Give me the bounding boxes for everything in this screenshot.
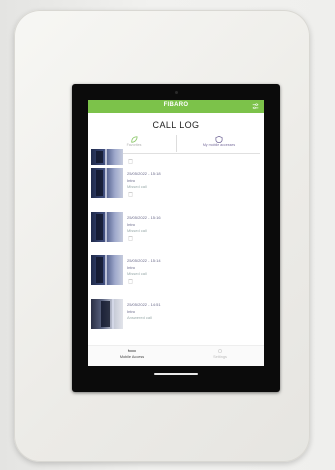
call-snapshot: [91, 299, 123, 329]
call-row[interactable]: 25/05/2022 - 14:51 Intro Answered call: [88, 299, 264, 339]
call-status: Missed call: [127, 184, 147, 189]
call-row[interactable]: 25/05/2022 - 15:16 Intro Missed call: [88, 212, 264, 252]
call-status: Answered call: [127, 315, 152, 320]
tab-favorites-label: Favorites: [126, 143, 142, 147]
nav-settings-label: Settings: [213, 355, 227, 359]
call-snapshot: [91, 149, 123, 165]
brand-logo: FIBARO: [163, 102, 189, 108]
shield-icon: [215, 136, 223, 143]
page-title: CALL LOG: [152, 120, 200, 130]
call-name: Intro: [127, 265, 136, 270]
leaf-icon: [131, 136, 138, 143]
tab-my-mobile-accesses-label: My mobile accesses: [202, 143, 236, 147]
call-status: Missed call: [127, 271, 147, 276]
call-date: 25/05/2022 - 15:18: [127, 171, 161, 176]
nav-mobile-access[interactable]: Mobile Access: [88, 348, 176, 360]
call-name: Intro: [127, 178, 136, 183]
call-name: Intro: [127, 309, 136, 314]
tablet-device: FIBARO CALL LOG Favorites My mobile acce…: [72, 84, 280, 392]
bottom-nav: Mobile Access Settings: [88, 345, 264, 366]
top-bar: FIBARO: [88, 100, 264, 113]
call-date: 25/05/2022 - 15:16: [127, 215, 161, 220]
call-name: Intro: [127, 222, 136, 227]
call-snapshot: [91, 168, 123, 198]
trash-icon[interactable]: [128, 158, 133, 164]
call-snapshot: [91, 255, 123, 285]
home-indicator: [154, 373, 198, 375]
call-snapshot: [91, 212, 123, 242]
call-date: 25/05/2022 - 14:51: [127, 302, 161, 307]
trash-icon[interactable]: [128, 235, 133, 241]
sliders-icon[interactable]: [252, 103, 259, 110]
call-row[interactable]: 25/05/2022 - 15:18 Intro Missed call: [88, 168, 264, 208]
call-date: 25/05/2022 - 15:14: [127, 258, 161, 263]
call-row[interactable]: 25/05/2022 - 15:14 Intro Missed call: [88, 255, 264, 295]
nav-mobile-access-label: Mobile Access: [119, 355, 145, 359]
front-camera: [175, 91, 178, 94]
trash-icon[interactable]: [128, 278, 133, 284]
app-screen: FIBARO CALL LOG Favorites My mobile acce…: [88, 100, 264, 366]
trash-icon[interactable]: [128, 191, 133, 197]
call-status: Missed call: [127, 228, 147, 233]
nav-settings[interactable]: Settings: [176, 348, 264, 360]
